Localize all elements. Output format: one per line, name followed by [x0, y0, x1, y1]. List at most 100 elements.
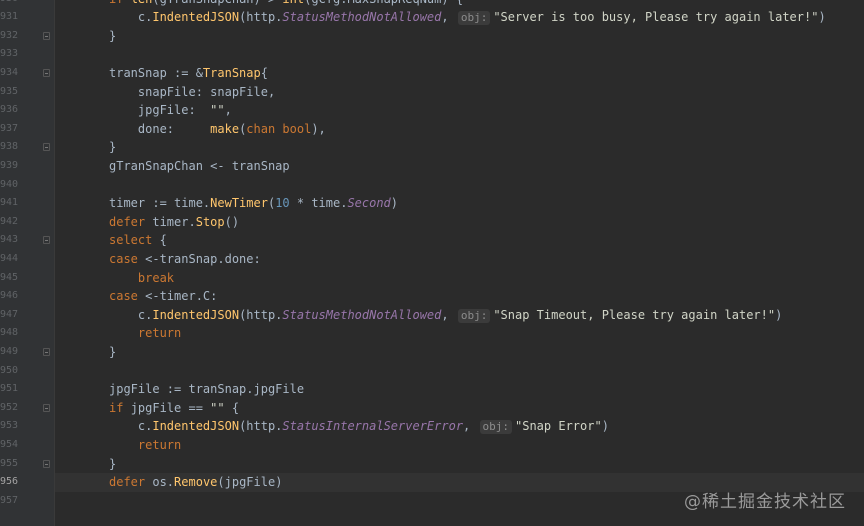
- code-token: if: [109, 0, 131, 6]
- code-token: }: [109, 456, 117, 471]
- code-token: 10: [275, 196, 290, 211]
- code-text: jpgFile := tranSnap.jpgFile: [109, 380, 304, 399]
- code-token: <-tranSnap.done:: [145, 251, 261, 266]
- code-line[interactable]: 939 gTranSnapChan <- tranSnap: [0, 157, 864, 176]
- code-token: select: [109, 233, 160, 248]
- line-number: 946: [0, 290, 19, 302]
- line-number: 943: [0, 234, 19, 246]
- code-line[interactable]: 940: [0, 176, 864, 195]
- code-token: ),: [311, 121, 326, 136]
- code-line[interactable]: 934 tranSnap := &TranSnap{: [0, 64, 864, 83]
- code-line[interactable]: 953 c.IndentedJSON(http.StatusInternalSe…: [0, 417, 864, 436]
- code-token: ,: [463, 419, 478, 434]
- fold-marker-icon[interactable]: [43, 143, 50, 152]
- code-line[interactable]: 952 if jpgFile == "" {: [0, 399, 864, 418]
- line-number: 936: [0, 104, 19, 116]
- fold-marker-icon[interactable]: [43, 459, 50, 468]
- line-number: 944: [0, 252, 19, 264]
- code-line[interactable]: 949}: [0, 343, 864, 362]
- code-token: }: [109, 344, 117, 359]
- code-token: defer: [109, 475, 153, 490]
- line-number: 939: [0, 159, 19, 171]
- line-number: 948: [0, 327, 19, 339]
- line-number: 938: [0, 141, 19, 153]
- code-text: jpgFile: "",: [109, 101, 232, 120]
- code-line[interactable]: 938}: [0, 138, 864, 157]
- line-number: 952: [0, 401, 19, 413]
- code-token: timer := time.: [109, 196, 211, 211]
- code-token: * time.: [289, 196, 348, 211]
- line-number: 947: [0, 308, 19, 320]
- code-line[interactable]: 943 select {: [0, 231, 864, 250]
- code-token: (http.: [239, 10, 283, 25]
- code-text: return: [109, 324, 181, 343]
- code-token: ): [775, 307, 783, 322]
- code-token: IndentedJSON: [152, 419, 240, 434]
- code-line[interactable]: 945 break: [0, 269, 864, 288]
- code-token: os.: [152, 475, 175, 490]
- line-number: 935: [0, 85, 19, 97]
- fold-marker-icon[interactable]: [43, 236, 50, 245]
- code-text: c.IndentedJSON(http.StatusMethodNotAllow…: [109, 8, 826, 27]
- code-token: snapFile: snapFile,: [109, 84, 276, 99]
- code-line[interactable]: 951 jpgFile := tranSnap.jpgFile: [0, 380, 864, 399]
- code-line[interactable]: 947 c.IndentedJSON(http.StatusMethodNotA…: [0, 306, 864, 325]
- code-token: "Snap Error": [515, 419, 602, 434]
- code-token: Remove: [174, 475, 218, 490]
- code-editor[interactable]: 930 if len(gTranSnapChan) > int(gCfg.MaxS…: [0, 0, 864, 526]
- code-line[interactable]: 931 c.IndentedJSON(http.StatusMethodNotA…: [0, 8, 864, 27]
- line-number: 932: [0, 29, 19, 41]
- code-line[interactable]: 937 done: make(chan bool),: [0, 120, 864, 139]
- code-line[interactable]: 954 return: [0, 436, 864, 455]
- code-token: "Server is too busy, Please try again la…: [493, 10, 819, 25]
- code-text: c.IndentedJSON(http.StatusMethodNotAllow…: [109, 306, 782, 325]
- parameter-hint: obj:: [479, 420, 512, 435]
- code-token: case: [109, 251, 146, 266]
- fold-marker-icon[interactable]: [43, 403, 50, 412]
- code-text: defer timer.Stop(): [109, 213, 239, 232]
- code-token: return: [137, 437, 182, 452]
- code-line[interactable]: 933: [0, 45, 864, 64]
- code-token: tranSnap := &: [109, 65, 203, 80]
- code-token: jpgFile ==: [130, 400, 211, 415]
- fold-marker-icon[interactable]: [43, 31, 50, 40]
- code-line[interactable]: 948 return: [0, 324, 864, 343]
- code-area[interactable]: 930 if len(gTranSnapChan) > int(gCfg.MaxS…: [0, 0, 864, 526]
- code-line[interactable]: 932}: [0, 27, 864, 46]
- code-token: c.: [109, 419, 153, 434]
- code-token: ,: [441, 307, 456, 322]
- parameter-hint: obj:: [457, 11, 491, 26]
- code-text: if jpgFile == "" {: [109, 399, 239, 418]
- code-token: break: [137, 270, 175, 285]
- code-line[interactable]: 942 defer timer.Stop(): [0, 213, 864, 232]
- code-line[interactable]: 946 case <-timer.C:: [0, 287, 864, 306]
- code-line[interactable]: 941 timer := time.NewTimer(10 * time.Seco…: [0, 194, 864, 213]
- code-text: break: [109, 269, 174, 288]
- fold-marker-icon[interactable]: [43, 347, 50, 356]
- code-token: return: [137, 326, 182, 341]
- code-line[interactable]: 955}: [0, 455, 864, 474]
- code-text: done: make(chan bool),: [109, 120, 326, 139]
- code-line[interactable]: 930 if len(gTranSnapChan) > int(gCfg.MaxS…: [0, 0, 864, 8]
- line-number: 956: [0, 476, 19, 488]
- code-token: if: [109, 400, 131, 415]
- code-text: return: [109, 436, 181, 455]
- code-text: }: [109, 455, 116, 474]
- line-number: 954: [0, 438, 19, 450]
- code-token: (jpgFile): [217, 475, 283, 490]
- code-line[interactable]: 935 snapFile: snapFile,: [0, 83, 864, 102]
- code-token: case: [109, 289, 146, 304]
- code-line[interactable]: 950: [0, 362, 864, 381]
- code-token: (http.: [239, 307, 283, 322]
- code-token: (gCfg.MaxSnapReqNum) {: [304, 0, 463, 6]
- code-token: {: [260, 65, 268, 80]
- fold-marker-icon[interactable]: [43, 68, 50, 77]
- code-token: (http.: [239, 419, 283, 434]
- code-token: make: [210, 121, 240, 136]
- code-token: {: [224, 400, 240, 415]
- code-line[interactable]: 936 jpgFile: "",: [0, 101, 864, 120]
- code-token: TranSnap: [202, 65, 261, 80]
- line-number: 957: [0, 494, 19, 506]
- code-line[interactable]: 944 case <-tranSnap.done:: [0, 250, 864, 269]
- line-number: 941: [0, 197, 19, 209]
